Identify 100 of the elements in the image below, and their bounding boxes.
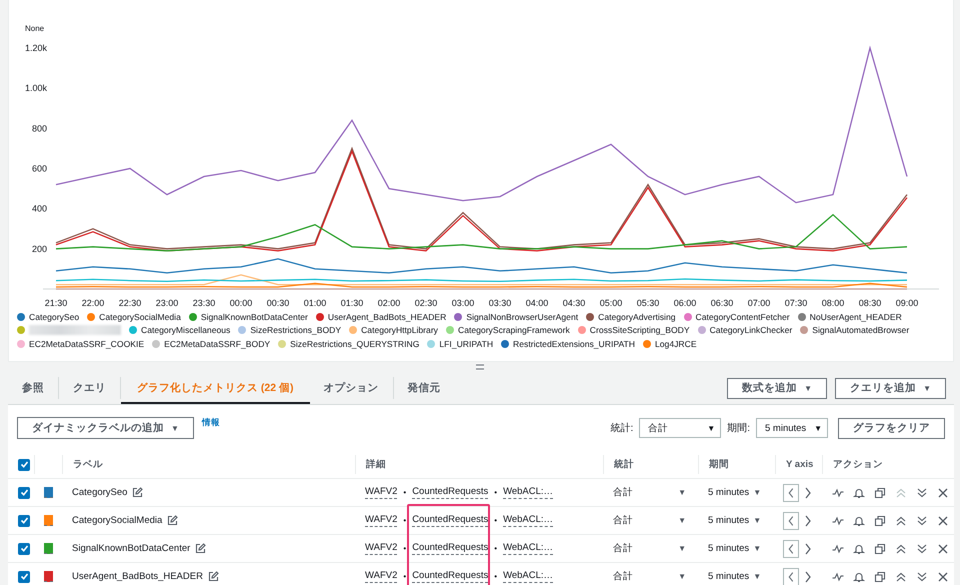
move-up-icon[interactable] bbox=[895, 514, 907, 526]
move-up-icon[interactable] bbox=[895, 542, 907, 554]
sparkline-icon[interactable] bbox=[832, 542, 844, 554]
period-value[interactable]: 5 minutes bbox=[708, 487, 750, 498]
legend-label[interactable]: CategorySeo bbox=[29, 312, 80, 322]
color-swatch[interactable] bbox=[44, 571, 53, 582]
detail-part[interactable]: CountedRequests bbox=[412, 570, 488, 583]
detail-part[interactable]: WebACL:… bbox=[503, 514, 554, 527]
left-axis-icon[interactable] bbox=[783, 540, 799, 558]
detail-part[interactable]: CountedRequests bbox=[412, 542, 488, 555]
detail-part[interactable]: WAFV2 bbox=[365, 514, 398, 527]
period-value[interactable]: 5 minutes bbox=[708, 543, 750, 554]
sparkline-icon[interactable] bbox=[832, 514, 844, 526]
select-all-checkbox[interactable] bbox=[18, 458, 30, 470]
left-axis-icon[interactable] bbox=[783, 568, 799, 585]
detail-part[interactable]: WebACL:… bbox=[503, 542, 554, 555]
detail-part[interactable]: CountedRequests bbox=[412, 514, 488, 527]
detail-part[interactable]: CountedRequests bbox=[412, 486, 488, 499]
bell-icon[interactable] bbox=[853, 570, 865, 582]
legend-label[interactable]: RestrictedExtensions_URIPATH bbox=[513, 338, 635, 349]
row-checkbox[interactable] bbox=[18, 486, 30, 498]
bell-icon[interactable] bbox=[853, 542, 865, 554]
caret-icon[interactable]: ▼ bbox=[753, 572, 762, 581]
legend-label[interactable]: EC2MetaDataSSRF_COOKIE bbox=[29, 338, 144, 349]
edit-icon[interactable] bbox=[167, 515, 178, 526]
legend-label[interactable]: LFI_URIPATH bbox=[439, 338, 494, 349]
legend-label[interactable]: SizeRestrictions_BODY bbox=[250, 325, 342, 336]
move-up-icon[interactable] bbox=[895, 570, 907, 582]
sparkline-icon[interactable] bbox=[832, 486, 844, 498]
legend-label[interactable]: UserAgent_BadBots_HEADER bbox=[328, 312, 446, 322]
legend-label[interactable]: CategoryContentFetcher bbox=[696, 312, 790, 322]
caret-icon[interactable]: ▼ bbox=[678, 488, 686, 497]
copy-icon[interactable] bbox=[874, 514, 886, 526]
row-checkbox[interactable] bbox=[18, 542, 30, 554]
edit-icon[interactable] bbox=[132, 487, 144, 498]
caret-icon[interactable]: ▼ bbox=[678, 544, 686, 553]
caret-icon[interactable]: ▼ bbox=[678, 516, 686, 525]
resize-handle-icon[interactable] bbox=[475, 364, 485, 370]
clear-graph-button[interactable]: グラフをクリア bbox=[838, 418, 945, 438]
legend-label[interactable]: EC2MetaDataSSRF_BODY bbox=[164, 338, 270, 349]
sparkline-icon[interactable] bbox=[832, 570, 844, 582]
detail-part[interactable]: WebACL:… bbox=[503, 570, 554, 583]
legend-label[interactable]: CategoryLinkChecker bbox=[710, 325, 792, 336]
tab[interactable]: クエリ bbox=[59, 377, 121, 399]
stat-value[interactable]: 合計 bbox=[613, 514, 633, 527]
detail-part[interactable]: WAFV2 bbox=[365, 570, 398, 583]
tab[interactable]: オプション bbox=[310, 377, 394, 399]
left-axis-icon[interactable] bbox=[783, 484, 799, 502]
color-swatch[interactable] bbox=[44, 543, 53, 554]
close-icon[interactable] bbox=[937, 570, 949, 582]
stat-value[interactable]: 合計 bbox=[613, 486, 633, 499]
legend-label[interactable]: SignalKnownBotDataCenter bbox=[200, 312, 308, 322]
period-select[interactable]: 5 minutes ▼ bbox=[756, 418, 828, 438]
legend-label[interactable]: SizeRestrictions_QUERYSTRING bbox=[290, 338, 420, 349]
legend-label[interactable]: NoUserAgent_HEADER bbox=[810, 312, 902, 322]
copy-icon[interactable] bbox=[874, 542, 886, 554]
copy-icon[interactable] bbox=[874, 486, 886, 498]
stat-value[interactable]: 合計 bbox=[613, 570, 633, 583]
dynamic-label-button[interactable]: ダイナミックラベルの追加 ▼ bbox=[17, 417, 194, 439]
legend-label[interactable]: CategoryScrapingFramework bbox=[458, 325, 570, 336]
move-down-icon[interactable] bbox=[916, 570, 928, 582]
caret-icon[interactable]: ▼ bbox=[753, 516, 762, 525]
color-swatch[interactable] bbox=[44, 515, 53, 526]
row-checkbox[interactable] bbox=[18, 514, 30, 526]
add-button[interactable]: 数式を追加 ▼ bbox=[727, 378, 828, 398]
info-link[interactable]: 情報 bbox=[202, 417, 220, 429]
period-value[interactable]: 5 minutes bbox=[708, 515, 750, 526]
bell-icon[interactable] bbox=[853, 486, 865, 498]
stat-value[interactable]: 合計 bbox=[613, 542, 633, 555]
close-icon[interactable] bbox=[937, 486, 949, 498]
caret-icon[interactable]: ▼ bbox=[753, 544, 762, 553]
move-down-icon[interactable] bbox=[916, 542, 928, 554]
tab[interactable]: 参照 bbox=[8, 377, 59, 399]
row-checkbox[interactable] bbox=[18, 570, 30, 582]
legend-label[interactable]: SignalAutomatedBrowser bbox=[812, 325, 910, 336]
left-axis-icon[interactable] bbox=[783, 512, 799, 530]
legend-label[interactable]: Log4JRCE bbox=[655, 338, 697, 349]
detail-part[interactable]: WebACL:… bbox=[503, 486, 554, 499]
legend-label[interactable]: CategoryMiscellaneous bbox=[141, 325, 230, 336]
edit-icon[interactable] bbox=[195, 543, 206, 554]
add-button[interactable]: クエリを追加 ▼ bbox=[835, 378, 946, 398]
edit-icon[interactable] bbox=[208, 571, 219, 582]
detail-part[interactable]: WAFV2 bbox=[365, 486, 398, 499]
caret-icon[interactable]: ▼ bbox=[678, 572, 686, 581]
move-down-icon[interactable] bbox=[916, 514, 928, 526]
legend-label[interactable]: CategoryHttpLibrary bbox=[361, 325, 438, 336]
caret-icon[interactable]: ▼ bbox=[753, 488, 762, 497]
move-down-icon[interactable] bbox=[916, 486, 928, 498]
period-value[interactable]: 5 minutes bbox=[708, 571, 750, 582]
legend-label[interactable]: SignalNonBrowserUserAgent bbox=[466, 312, 578, 322]
close-icon[interactable] bbox=[937, 514, 949, 526]
bell-icon[interactable] bbox=[853, 514, 865, 526]
detail-part[interactable]: WAFV2 bbox=[365, 542, 398, 555]
color-swatch[interactable] bbox=[44, 487, 53, 498]
legend-label[interactable]: CategorySocialMedia bbox=[99, 312, 181, 322]
close-icon[interactable] bbox=[937, 542, 949, 554]
copy-icon[interactable] bbox=[874, 570, 886, 582]
legend-label[interactable]: CategoryAdvertising bbox=[598, 312, 676, 322]
stat-select[interactable]: 合計 ▼ bbox=[639, 418, 722, 438]
legend-label[interactable]: CrossSiteScripting_BODY bbox=[590, 325, 690, 336]
